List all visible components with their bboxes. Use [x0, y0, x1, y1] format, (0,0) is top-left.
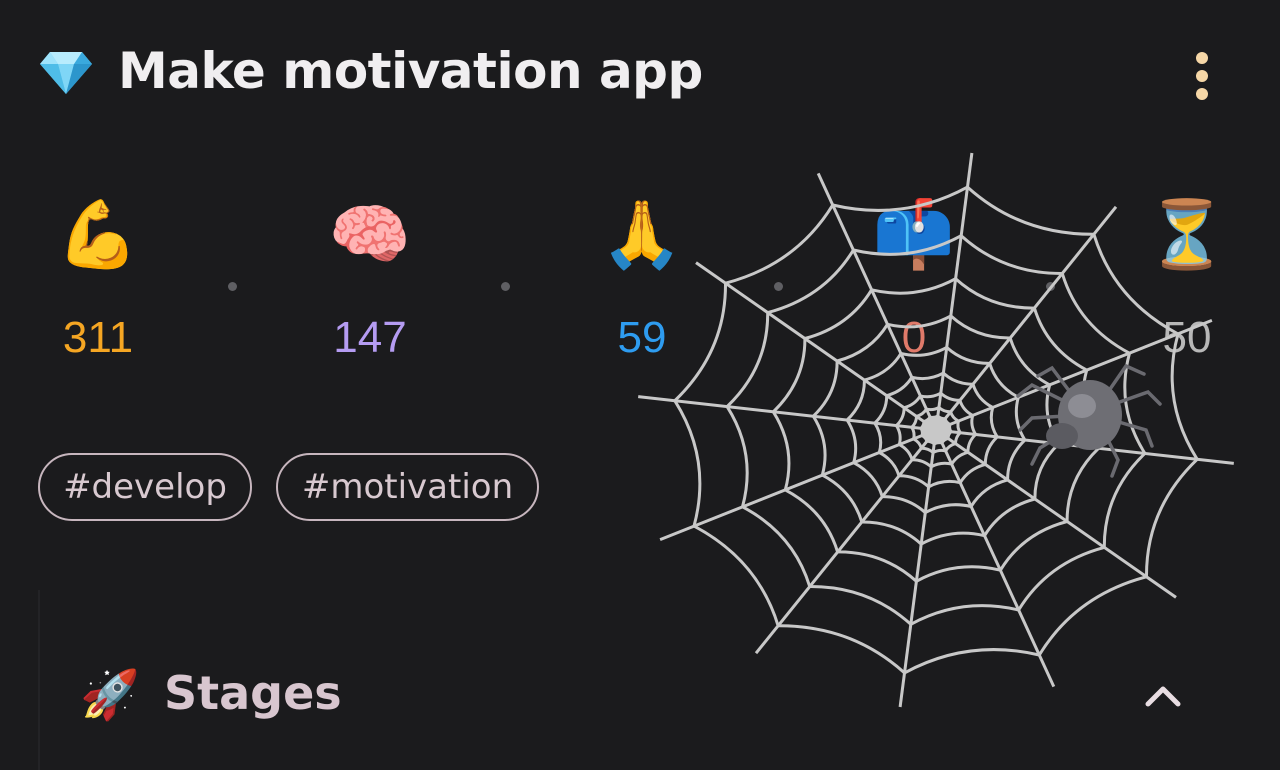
stages-label: Stages — [164, 666, 342, 720]
more-options-button[interactable] — [1180, 46, 1224, 106]
gem-icon — [38, 44, 94, 100]
menu-dot — [1196, 70, 1208, 82]
stat-intellect[interactable]: 🧠 147 — [310, 195, 430, 375]
section-divider — [38, 590, 40, 770]
brain-icon: 🧠 — [328, 196, 412, 273]
stat-value: 59 — [617, 313, 667, 362]
rocket-icon: 🚀 — [80, 667, 140, 723]
collapse-stages-button[interactable] — [1138, 672, 1188, 722]
page-title: Make motivation app — [118, 42, 703, 100]
tag-motivation[interactable]: #motivation — [276, 453, 539, 521]
menu-dot — [1196, 88, 1208, 100]
stat-spirit[interactable]: 🙏 59 — [582, 195, 702, 375]
separator-dot — [501, 282, 510, 291]
stat-value: 147 — [333, 313, 407, 362]
stat-value: 50 — [1162, 313, 1212, 362]
hourglass-icon: ⏳ — [1145, 196, 1229, 273]
stat-strength[interactable]: 💪 311 — [38, 195, 158, 375]
more-vertical-icon — [1196, 52, 1208, 64]
stat-time[interactable]: ⏳ 50 — [1127, 195, 1247, 375]
flexed-biceps-icon: 💪 — [56, 196, 140, 273]
spider-icon — [1016, 363, 1162, 478]
chevron-up-icon — [1145, 686, 1181, 707]
task-header: Make motivation app — [0, 0, 1280, 150]
folded-hands-icon: 🙏 — [600, 196, 684, 273]
stat-value: 0 — [901, 313, 927, 362]
separator-dot — [774, 282, 783, 291]
separator-dot — [228, 282, 237, 291]
stat-value: 311 — [62, 313, 134, 362]
mailbox-icon: 📫 — [872, 196, 956, 273]
stat-mail[interactable]: 📫 0 — [854, 195, 974, 375]
tag-develop[interactable]: #develop — [38, 453, 252, 521]
separator-dot — [1046, 282, 1055, 291]
